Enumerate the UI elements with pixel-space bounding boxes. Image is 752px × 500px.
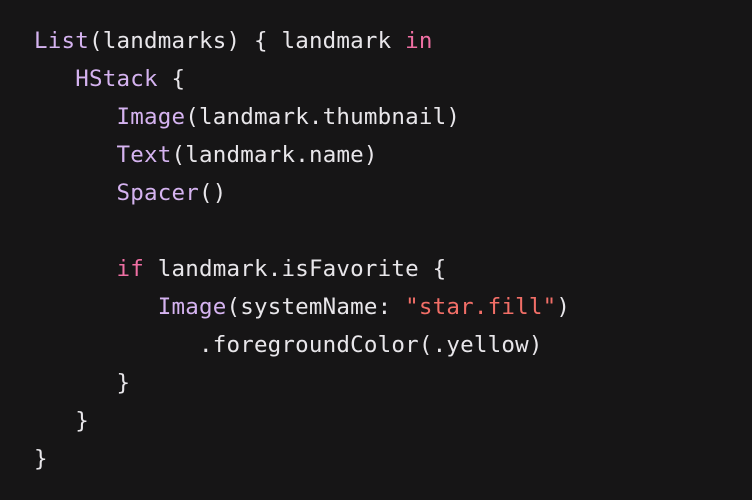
code-token-plain: (landmarks) { landmark xyxy=(89,28,406,54)
code-token-plain: } xyxy=(34,370,131,396)
code-token-type: Image xyxy=(116,104,186,130)
code-line: HStack { xyxy=(34,60,185,98)
code-line: Image(landmark.thumbnail) xyxy=(34,98,460,136)
code-line: } xyxy=(34,402,89,440)
code-token-plain: (systemName: xyxy=(226,294,406,320)
code-token-type: Text xyxy=(116,142,172,168)
code-token-plain: landmark.isFavorite { xyxy=(143,256,447,282)
code-token-plain: } xyxy=(34,408,89,434)
code-token-string: "star.fill" xyxy=(405,294,557,320)
code-token-keyword: if xyxy=(116,256,144,282)
code-line: Text(landmark.name) xyxy=(34,136,378,174)
code-line: Spacer() xyxy=(34,174,226,212)
code-line: } xyxy=(34,440,48,478)
code-line: if landmark.isFavorite { xyxy=(34,250,446,288)
code-line: List(landmarks) { landmark in xyxy=(34,22,433,60)
code-token-plain: ) xyxy=(556,294,571,320)
code-line: } xyxy=(34,364,130,402)
code-token-plain: (landmark.name) xyxy=(171,142,378,168)
code-token-plain: } xyxy=(34,446,48,472)
code-token-type: List xyxy=(34,28,89,54)
code-line: .foregroundColor(.yellow) xyxy=(34,326,543,364)
code-token-plain: () xyxy=(198,180,227,206)
code-token-type: Image xyxy=(157,294,227,320)
code-token-type: HStack xyxy=(75,66,158,92)
code-editor: List(landmarks) { landmark in HStack { I… xyxy=(0,0,752,500)
code-token-type: Spacer xyxy=(116,180,199,206)
code-token-keyword: in xyxy=(405,28,433,54)
code-token-plain: (landmark.thumbnail) xyxy=(185,104,461,130)
code-token-plain: .foregroundColor(.yellow) xyxy=(34,332,543,358)
code-line: Image(systemName: "star.fill") xyxy=(34,288,570,326)
code-token-plain: { xyxy=(157,66,186,92)
